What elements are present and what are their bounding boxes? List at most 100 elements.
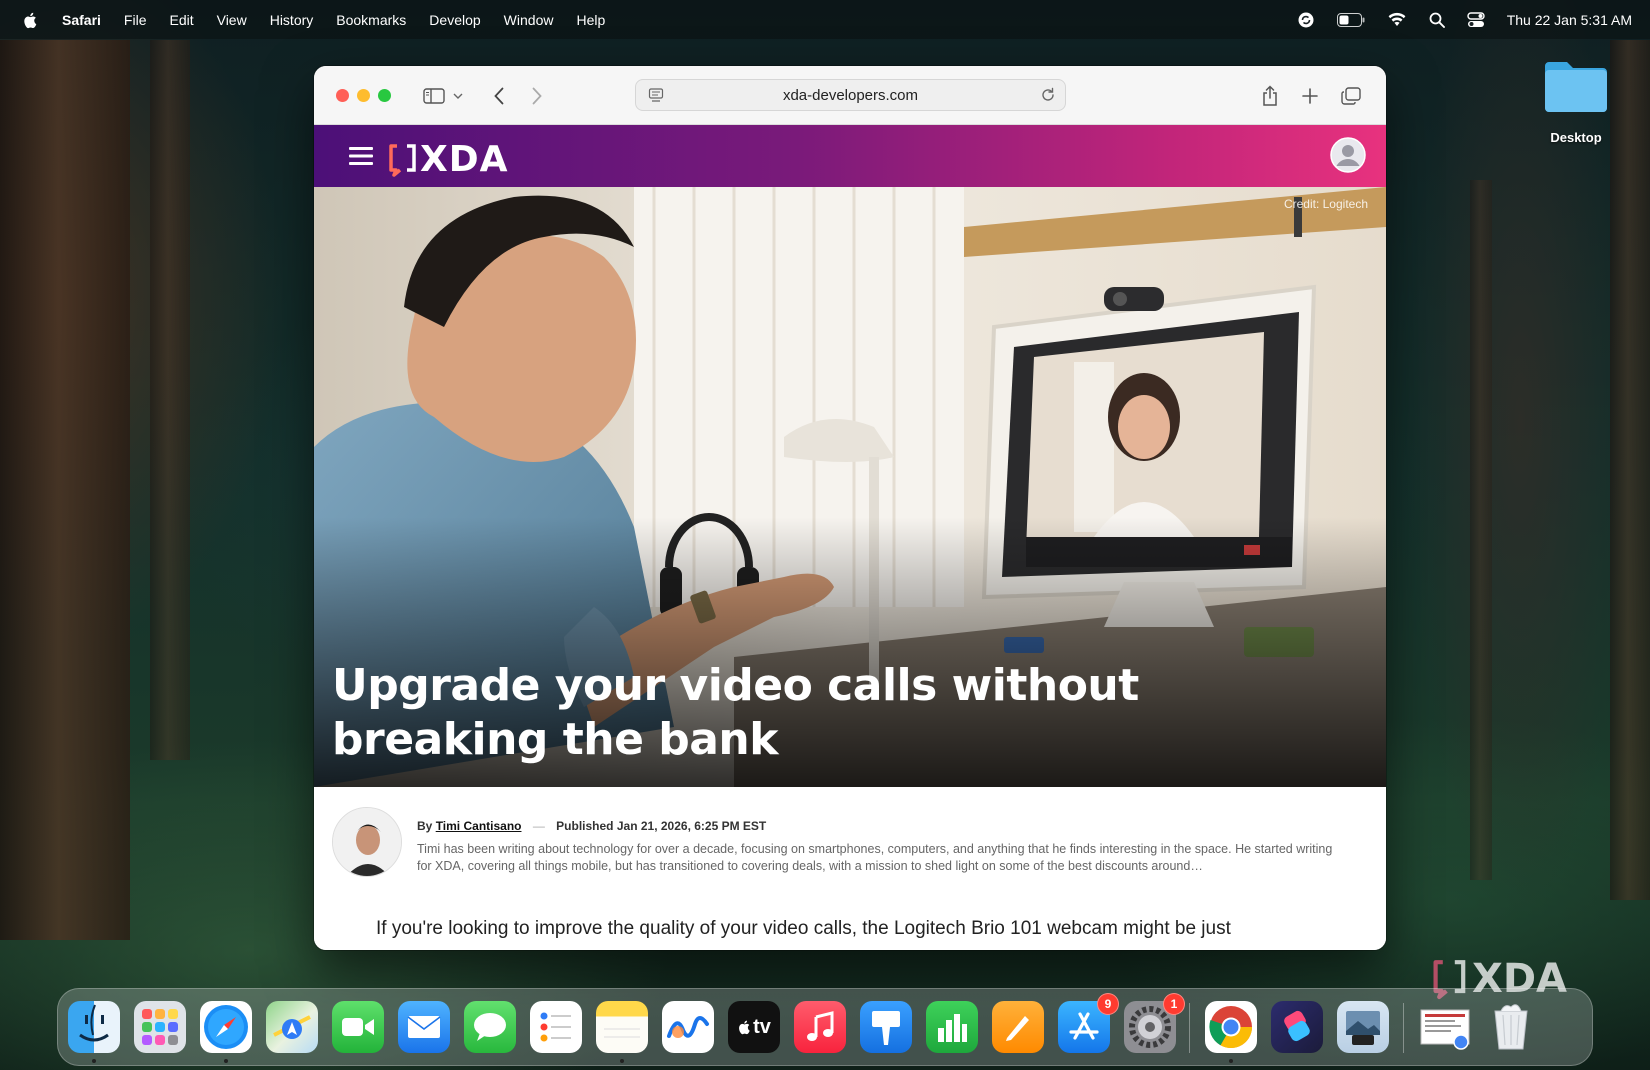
desktop-folder-label: Desktop bbox=[1550, 130, 1602, 145]
share-button[interactable] bbox=[1259, 83, 1281, 109]
dock-launchpad[interactable] bbox=[134, 1001, 186, 1053]
menu-window[interactable]: Window bbox=[504, 12, 554, 28]
tree-trunk-left bbox=[0, 40, 130, 940]
dock-shortcuts[interactable] bbox=[1271, 1001, 1323, 1053]
apple-logo-icon bbox=[739, 1020, 750, 1035]
site-header: XDA bbox=[314, 125, 1386, 187]
system-settings-badge: 1 bbox=[1163, 993, 1185, 1015]
dock-safari[interactable] bbox=[200, 1001, 252, 1053]
menu-bar-clock[interactable]: Thu 22 Jan 5:31 AM bbox=[1507, 12, 1632, 28]
launchpad-icon bbox=[142, 1009, 178, 1045]
hamburger-menu-icon[interactable] bbox=[349, 146, 375, 166]
menu-view[interactable]: View bbox=[217, 12, 247, 28]
menu-edit[interactable]: Edit bbox=[169, 12, 193, 28]
share-icon bbox=[1263, 85, 1277, 106]
battery-icon[interactable] bbox=[1336, 12, 1365, 27]
menu-bookmarks[interactable]: Bookmarks bbox=[336, 12, 406, 28]
dock-facetime[interactable] bbox=[332, 1001, 384, 1053]
minimize-window-button[interactable] bbox=[357, 89, 370, 102]
control-center-icon[interactable] bbox=[1466, 11, 1485, 28]
tab-overview-icon bbox=[1341, 87, 1361, 105]
forward-button[interactable] bbox=[528, 83, 546, 109]
dock-maps[interactable] bbox=[266, 1001, 318, 1053]
sync-status-icon[interactable] bbox=[1297, 11, 1315, 29]
zoom-window-button[interactable] bbox=[378, 89, 391, 102]
dock-chrome[interactable] bbox=[1205, 1001, 1257, 1053]
page-menu-icon[interactable] bbox=[648, 87, 664, 103]
apple-menu-icon[interactable] bbox=[22, 11, 40, 29]
author-avatar[interactable] bbox=[332, 807, 402, 877]
safari-window: xda-developers.com XDA Credit: Logitech … bbox=[314, 66, 1386, 950]
menu-file[interactable]: File bbox=[124, 12, 147, 28]
address-bar[interactable]: xda-developers.com bbox=[635, 79, 1066, 111]
music-note-icon bbox=[807, 1011, 834, 1041]
numbers-bars-icon bbox=[938, 1014, 967, 1042]
maps-icon bbox=[273, 1015, 311, 1039]
dock-mail[interactable] bbox=[398, 1001, 450, 1053]
facetime-camera-icon bbox=[342, 1018, 374, 1036]
back-button[interactable] bbox=[490, 83, 508, 109]
dock-preview[interactable] bbox=[1337, 1001, 1389, 1053]
menu-history[interactable]: History bbox=[270, 12, 314, 28]
dock-freeform[interactable] bbox=[662, 1001, 714, 1053]
sidebar-toggle-button[interactable] bbox=[422, 83, 446, 109]
menu-app-safari[interactable]: Safari bbox=[62, 12, 101, 28]
account-icon[interactable] bbox=[1330, 137, 1366, 173]
finder-icon bbox=[79, 1004, 109, 1042]
document-thumbnail-icon bbox=[1420, 1009, 1470, 1050]
reminders-list-icon bbox=[540, 1012, 571, 1042]
freeform-scribble-icon bbox=[667, 1016, 709, 1038]
trash-icon bbox=[1494, 1004, 1528, 1050]
close-window-button[interactable] bbox=[336, 89, 349, 102]
browser-toolbar: xda-developers.com bbox=[314, 66, 1386, 125]
shortcuts-icon bbox=[1284, 1010, 1310, 1042]
article-lede: If you're looking to improve the quality… bbox=[376, 918, 1231, 939]
dock-notes[interactable] bbox=[596, 1001, 648, 1053]
dock-finder[interactable] bbox=[68, 1001, 120, 1053]
notes-lines-icon bbox=[604, 1028, 640, 1038]
dock-messages[interactable] bbox=[464, 1001, 516, 1053]
author-bio: Timi has been writing about technology f… bbox=[417, 842, 1333, 873]
menu-bar-status-area: Thu 22 Jan 5:31 AM bbox=[1297, 0, 1632, 39]
tree-trunk bbox=[1470, 180, 1492, 880]
hero-image: Credit: Logitech Upgrade your video call… bbox=[314, 187, 1386, 787]
spotlight-search-icon[interactable] bbox=[1429, 12, 1445, 28]
reload-icon[interactable] bbox=[1040, 87, 1056, 103]
keynote-podium-icon bbox=[872, 1011, 900, 1045]
app-store-icon bbox=[1069, 1012, 1099, 1040]
tree-trunk-right bbox=[1610, 40, 1650, 900]
dock-recent-document[interactable] bbox=[1419, 1001, 1471, 1053]
dock-music[interactable] bbox=[794, 1001, 846, 1053]
menu-bar: Safari File Edit View History Bookmarks … bbox=[0, 0, 1650, 39]
tab-group-menu-button[interactable] bbox=[451, 83, 465, 109]
menu-help[interactable]: Help bbox=[576, 12, 605, 28]
desktop-folder[interactable]: Desktop bbox=[1536, 58, 1616, 145]
new-tab-button[interactable] bbox=[1300, 83, 1320, 109]
dock-keynote[interactable] bbox=[860, 1001, 912, 1053]
tree-trunk bbox=[150, 40, 190, 760]
dock-reminders[interactable] bbox=[530, 1001, 582, 1053]
sidebar-icon bbox=[423, 88, 445, 104]
menu-develop[interactable]: Develop bbox=[429, 12, 480, 28]
notes-running-indicator bbox=[620, 1059, 624, 1063]
dock-pages[interactable] bbox=[992, 1001, 1044, 1053]
wifi-icon[interactable] bbox=[1387, 12, 1407, 27]
preview-photos-icon bbox=[1346, 1011, 1380, 1045]
xda-bracket-logo-icon bbox=[389, 143, 416, 177]
chrome-running-indicator bbox=[1229, 1059, 1233, 1063]
byline-prefix: By bbox=[417, 819, 433, 833]
address-url: xda-developers.com bbox=[782, 86, 919, 104]
article-title: Upgrade your video calls without breakin… bbox=[332, 660, 1139, 765]
author-link[interactable]: Timi Cantisano bbox=[436, 819, 522, 833]
chrome-icon bbox=[1209, 1006, 1252, 1049]
dock-numbers[interactable] bbox=[926, 1001, 978, 1053]
tab-overview-button[interactable] bbox=[1340, 83, 1362, 109]
dock-trash[interactable] bbox=[1485, 1001, 1537, 1053]
dock: tv 9 1 bbox=[57, 988, 1593, 1066]
tv-label: tv bbox=[753, 1015, 771, 1038]
article-byline: By Timi Cantisano — Published Jan 21, 20… bbox=[314, 787, 1386, 950]
finder-running-indicator bbox=[92, 1059, 96, 1063]
published-date: Published Jan 21, 2026, 6:25 PM EST bbox=[556, 819, 767, 833]
dock-tv[interactable]: tv bbox=[728, 1001, 780, 1053]
site-logo[interactable]: XDA bbox=[388, 139, 509, 180]
